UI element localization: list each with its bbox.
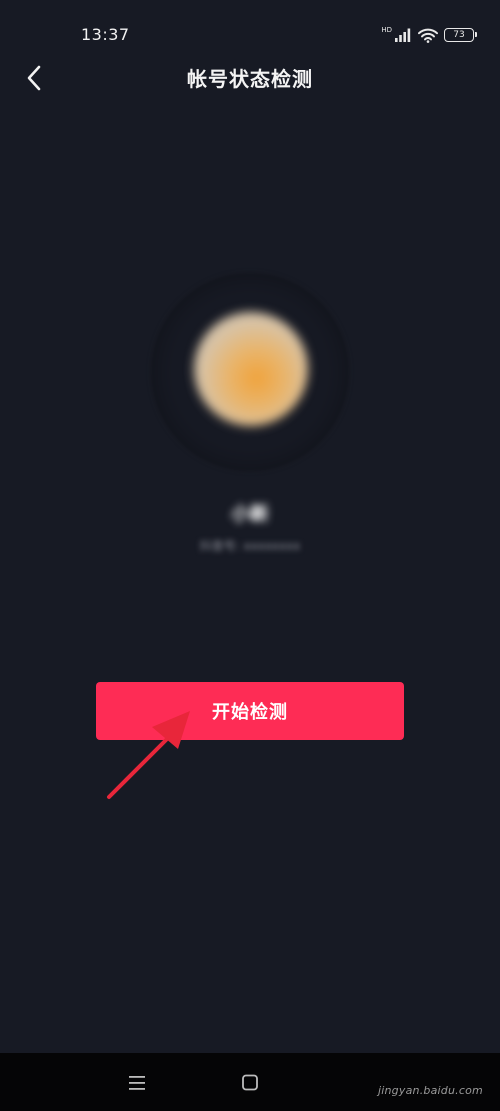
battery-level: 73 xyxy=(453,29,465,40)
account-sub-info: 抖音号: xxxxxxxx xyxy=(199,539,301,553)
status-time: 13:37 xyxy=(81,25,130,44)
start-detection-label: 开始检测 xyxy=(212,702,288,723)
page-title: 帐号状态检测 xyxy=(187,67,313,91)
status-bar: 13:37 HD 73 xyxy=(0,0,500,56)
status-icons: HD 73 xyxy=(381,26,477,44)
network-hd-label: HD xyxy=(381,26,392,34)
system-nav-bar xyxy=(0,1053,500,1111)
annotation-arrow-icon xyxy=(107,711,190,799)
home-square-icon[interactable] xyxy=(238,1073,262,1093)
nickname: 小新 xyxy=(230,503,269,525)
signal-icon xyxy=(395,28,411,42)
battery-icon: 73 xyxy=(444,28,477,42)
wifi-icon xyxy=(418,28,438,43)
watermark: jingyan.baidu.com xyxy=(378,1084,483,1097)
screen: 13:37 HD 73 帐号状态检测 小新 抖音号: xxxxxxxx 开始检测… xyxy=(0,0,500,1111)
menu-icon[interactable] xyxy=(126,1073,150,1093)
avatar xyxy=(194,312,308,426)
